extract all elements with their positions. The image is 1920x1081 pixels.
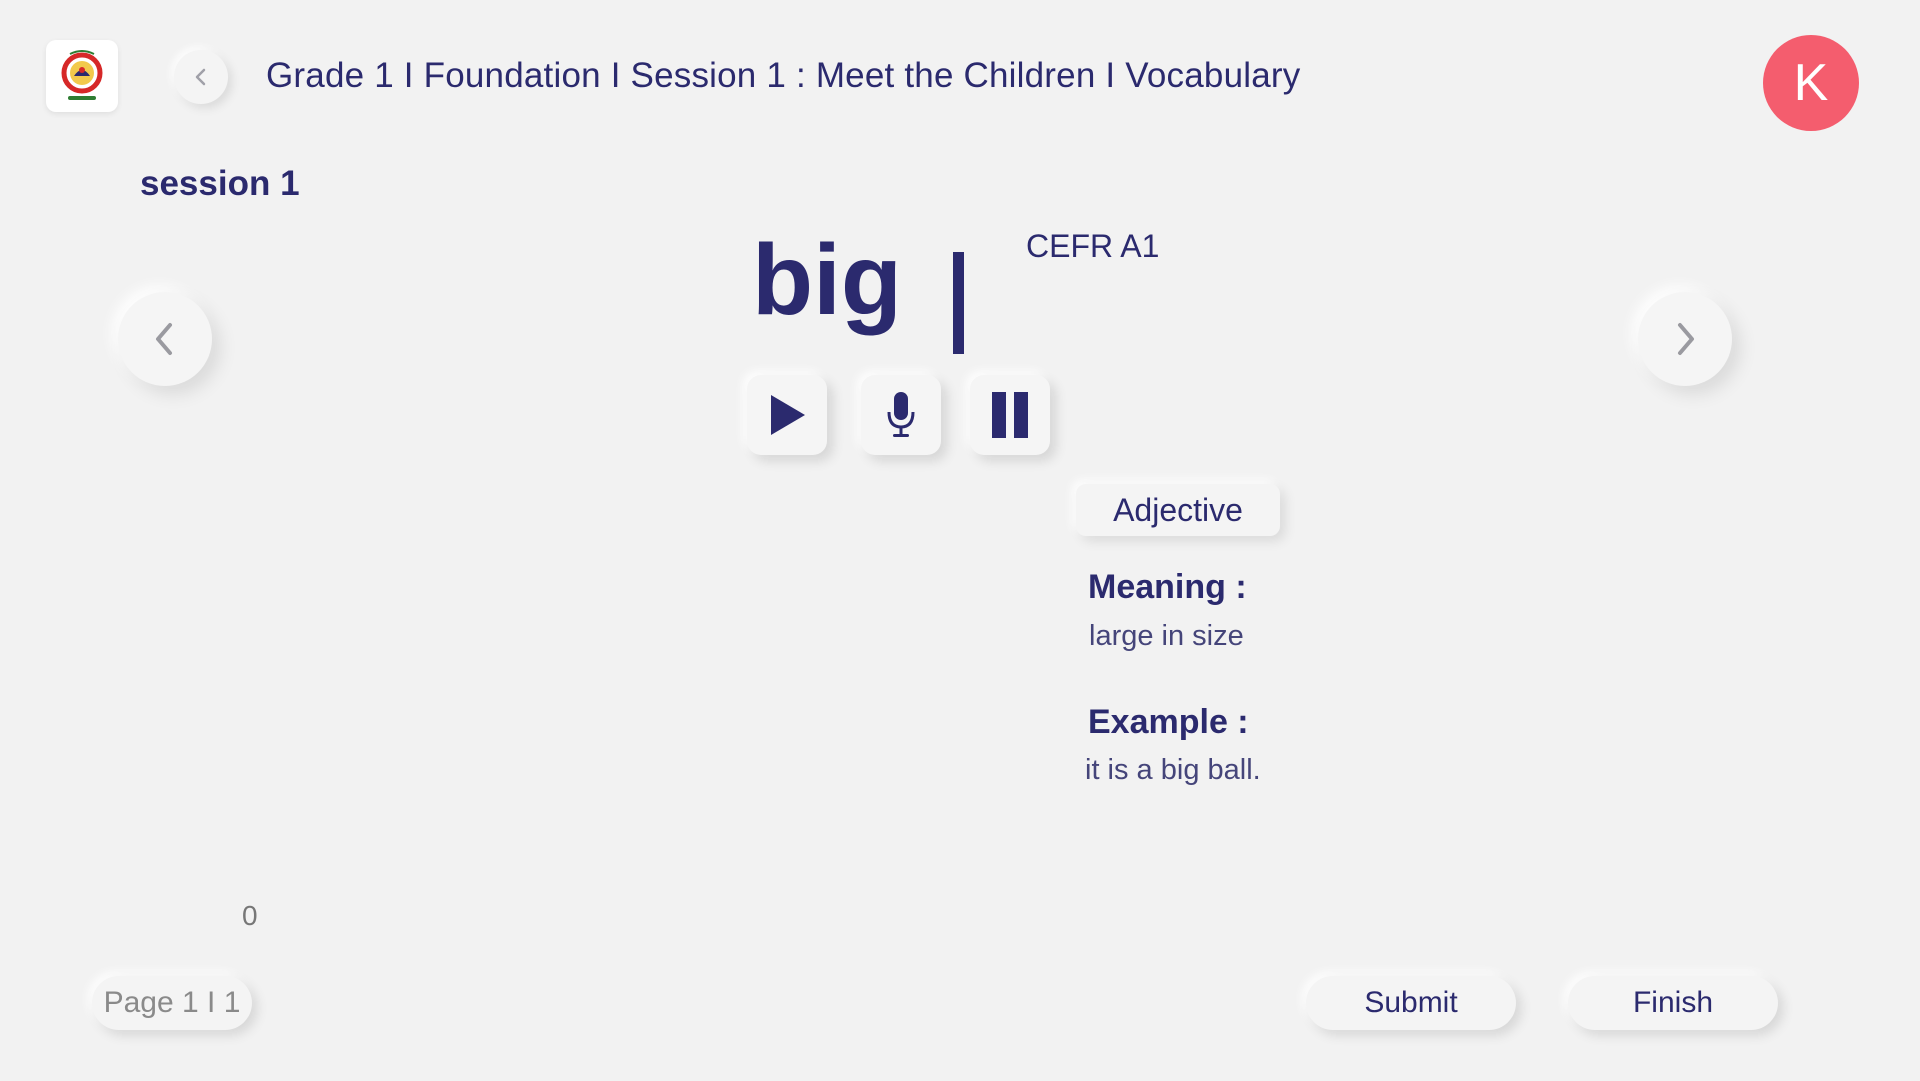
chevron-right-icon	[1678, 323, 1694, 355]
word-separator	[953, 252, 964, 354]
page-indicator: Page 1 I 1	[92, 976, 252, 1030]
pause-icon	[992, 392, 1028, 438]
vocabulary-page: Grade 1 I Foundation I Session 1 : Meet …	[0, 0, 1920, 1081]
play-icon	[771, 395, 805, 435]
previous-word-button[interactable]	[118, 292, 212, 386]
session-label: session 1	[140, 164, 300, 203]
next-word-button[interactable]	[1638, 292, 1732, 386]
example-text: it is a big ball.	[1085, 754, 1261, 786]
vocabulary-word: big	[752, 224, 902, 336]
finish-button[interactable]: Finish	[1568, 976, 1778, 1030]
page-title: Grade 1 I Foundation I Session 1 : Meet …	[266, 56, 1301, 95]
microphone-icon	[887, 392, 915, 437]
example-heading: Example :	[1088, 703, 1249, 741]
submit-button[interactable]: Submit	[1306, 976, 1516, 1030]
meaning-heading: Meaning :	[1088, 568, 1247, 606]
play-audio-button[interactable]	[747, 375, 827, 455]
pause-audio-button[interactable]	[970, 375, 1050, 455]
meaning-text: large in size	[1089, 620, 1244, 652]
chevron-left-icon	[156, 323, 172, 355]
cefr-level: CEFR A1	[1026, 228, 1160, 264]
app-logo	[46, 40, 118, 112]
back-button[interactable]	[174, 50, 228, 104]
user-avatar[interactable]: K	[1763, 35, 1859, 131]
chevron-left-icon	[195, 68, 206, 86]
record-button[interactable]	[861, 375, 941, 455]
maharashtra-seal-logo-icon	[61, 50, 103, 100]
progress-counter: 0	[242, 900, 258, 931]
part-of-speech-badge: Adjective	[1076, 484, 1280, 536]
